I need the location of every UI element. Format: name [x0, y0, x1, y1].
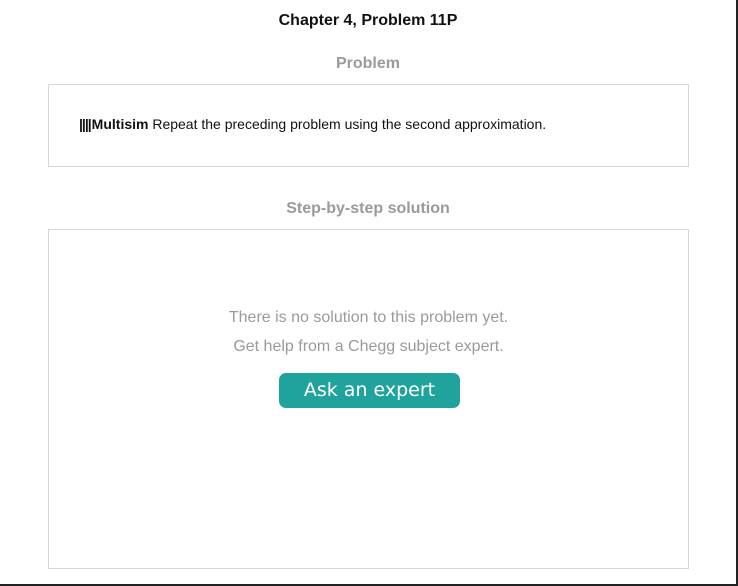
ask-an-expert-button[interactable]: Ask an expert — [279, 373, 460, 408]
problem-heading: Problem — [335, 55, 400, 72]
no-solution-message: There is no solution to this problem yet… — [228, 309, 509, 326]
solution-panel: There is no solution to this problem yet… — [48, 229, 689, 569]
page-title: Chapter 4, Problem 11P — [278, 12, 458, 29]
multisim-tag: Multisim — [91, 116, 149, 132]
get-help-message: Get help from a Chegg subject expert. — [233, 338, 504, 355]
problem-statement: ||||Multisim Repeat the preceding proble… — [79, 116, 546, 132]
page-frame: Chapter 4, Problem 11P Problem ||||Multi… — [0, 0, 738, 586]
solution-heading: Step-by-step solution — [286, 200, 450, 217]
multisim-marker: |||| — [79, 116, 92, 132]
problem-panel: ||||Multisim Repeat the preceding proble… — [48, 84, 689, 167]
problem-text: Repeat the preceding problem using the s… — [148, 116, 547, 132]
